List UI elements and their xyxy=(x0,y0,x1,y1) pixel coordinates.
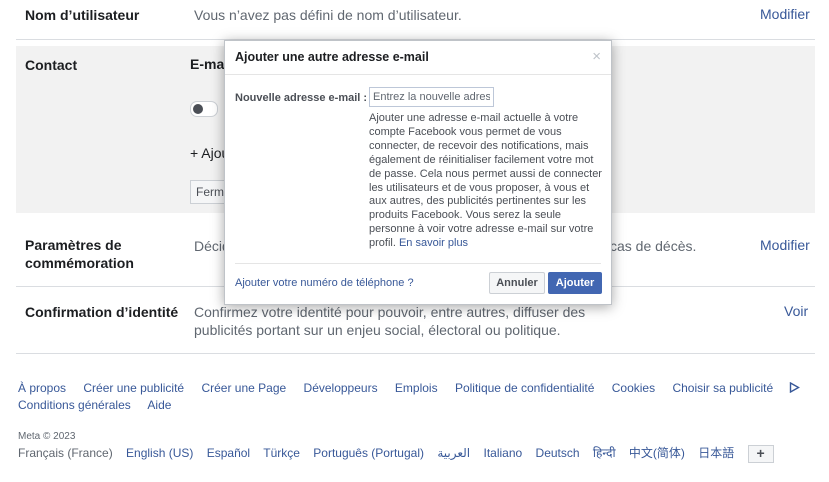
contact-label: Contact xyxy=(25,57,78,73)
language-german[interactable]: Deutsch xyxy=(536,446,580,460)
language-italian[interactable]: Italiano xyxy=(483,446,522,460)
language-turkish[interactable]: Türkçe xyxy=(263,446,300,460)
footer-links: À propos Créer une publicité Créer une P… xyxy=(18,380,808,414)
footer-links-line1: À propos Créer une publicité Créer une P… xyxy=(18,380,808,397)
identity-value-line1: Confirmez votre identité pour pouvoir, e… xyxy=(194,304,586,320)
copyright: Meta © 2023 xyxy=(18,431,76,442)
contact-email-label: E-mai xyxy=(190,56,229,72)
footer-links-line2: Conditions générales Aide xyxy=(18,397,808,414)
learn-more-link[interactable]: En savoir plus xyxy=(399,237,468,249)
toggle-knob xyxy=(193,104,203,114)
dialog-header: Ajouter une autre adresse e-mail × xyxy=(225,41,611,75)
footer-link-cookies[interactable]: Cookies xyxy=(612,381,655,395)
identity-value-line2: publicités portant sur un enjeu social, … xyxy=(194,322,561,338)
identity-view-link[interactable]: Voir xyxy=(784,303,820,319)
help-text-body: Ajouter une adresse e-mail actuelle à vo… xyxy=(369,112,602,250)
footer-link-create-page[interactable]: Créer une Page xyxy=(201,381,286,395)
username-edit-link[interactable]: Modifier xyxy=(760,6,820,22)
email-visibility-toggle[interactable] xyxy=(190,101,218,117)
add-button[interactable]: Ajouter xyxy=(548,272,602,294)
memorial-value-end: cas de décès. xyxy=(610,238,697,254)
footer-link-create-ad[interactable]: Créer une publicité xyxy=(83,381,184,395)
help-text: Ajouter une adresse e-mail actuelle à vo… xyxy=(369,112,605,251)
new-email-input[interactable] xyxy=(369,87,494,107)
cancel-button[interactable]: Annuler xyxy=(489,272,545,294)
memorial-label-line2: commémoration xyxy=(25,255,134,271)
adchoices-icon xyxy=(789,381,801,394)
footer-link-adchoices-label: Choisir sa publicité xyxy=(672,381,774,395)
footer-link-privacy[interactable]: Politique de confidentialité xyxy=(455,381,594,395)
memorial-label: Paramètres de commémoration xyxy=(25,236,134,272)
language-japanese[interactable]: 日本語 xyxy=(698,446,734,460)
footer-link-about[interactable]: À propos xyxy=(18,381,66,395)
footer-link-adchoices[interactable]: Choisir sa publicité xyxy=(672,381,801,395)
language-arabic[interactable]: العربية xyxy=(437,446,470,460)
language-english[interactable]: English (US) xyxy=(126,446,193,460)
divider xyxy=(16,353,815,354)
footer-link-help[interactable]: Aide xyxy=(147,398,171,412)
language-list: Français (France) English (US) Español T… xyxy=(18,444,784,463)
dialog-footer-divider xyxy=(235,263,601,264)
more-languages-button[interactable]: + xyxy=(747,444,774,463)
language-hindi[interactable]: हिन्दी xyxy=(593,446,616,460)
footer-link-jobs[interactable]: Emplois xyxy=(395,381,438,395)
memorial-edit-link[interactable]: Modifier xyxy=(760,237,820,253)
add-email-dialog: Ajouter une autre adresse e-mail × Nouve… xyxy=(224,40,612,305)
add-phone-link[interactable]: Ajouter votre numéro de téléphone ? xyxy=(235,277,414,289)
username-value: Vous n’avez pas défini de nom d’utilisat… xyxy=(194,7,462,23)
footer-link-developers[interactable]: Développeurs xyxy=(304,381,378,395)
language-chinese[interactable]: 中文(简体) xyxy=(629,446,685,460)
memorial-label-line1: Paramètres de xyxy=(25,237,122,253)
identity-label: Confirmation d’identité xyxy=(25,304,179,320)
new-email-label: Nouvelle adresse e-mail : xyxy=(235,92,368,104)
close-icon[interactable]: × xyxy=(592,48,601,65)
username-label: Nom d’utilisateur xyxy=(25,7,140,23)
language-current: Français (France) xyxy=(18,446,113,460)
dialog-title: Ajouter une autre adresse e-mail xyxy=(235,50,429,64)
language-spanish[interactable]: Español xyxy=(207,446,250,460)
language-portuguese[interactable]: Português (Portugal) xyxy=(313,446,424,460)
footer-link-terms[interactable]: Conditions générales xyxy=(18,398,131,412)
